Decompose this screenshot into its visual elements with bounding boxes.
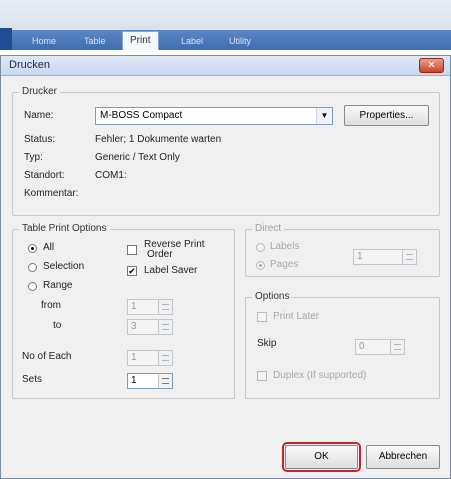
duplex-label[interactable]: Duplex (If supported) (273, 370, 366, 381)
range-radio[interactable] (28, 282, 37, 291)
tab-utility[interactable]: Utility (229, 33, 251, 50)
tab-table[interactable]: Table (84, 33, 106, 50)
no-of-each-label: No of Each (22, 351, 72, 362)
pages-radio-label[interactable]: Pages (270, 259, 298, 270)
range-radio-label[interactable]: Range (43, 280, 72, 291)
print-later-checkbox[interactable] (257, 312, 267, 322)
skip-spinner[interactable]: 0 (355, 339, 405, 355)
pages-radio[interactable] (256, 261, 265, 270)
label-saver-label[interactable]: Label Saver (144, 265, 197, 276)
location-value: COM1: (95, 170, 127, 181)
ribbon-tab-strip (0, 30, 451, 50)
options-group: Options Print Later Skip 0 Duplex (If su… (245, 291, 440, 399)
spinner-arrows-icon[interactable] (390, 340, 404, 354)
direct-legend: Direct (252, 223, 285, 234)
skip-value: 0 (359, 341, 365, 352)
spinner-arrows-icon[interactable] (158, 374, 172, 388)
spinner-arrows-icon[interactable] (402, 250, 416, 264)
reverse-print-order-checkbox[interactable] (127, 245, 137, 255)
spinner-arrows-icon[interactable] (158, 351, 172, 365)
direct-group: Direct Labels Pages 1 (245, 223, 440, 277)
from-value: 1 (131, 301, 137, 312)
comment-label: Kommentar: (24, 188, 79, 199)
cancel-button[interactable]: Abbrechen (366, 445, 440, 469)
print-dialog: Drucken ✕ Drucker Name: M-BOSS Compact ▼… (0, 55, 451, 479)
table-print-options-legend: Table Print Options (19, 223, 110, 234)
type-label: Typ: (24, 152, 43, 163)
direct-spinner[interactable]: 1 (353, 249, 417, 265)
spinner-arrows-icon[interactable] (158, 300, 172, 314)
printer-name-label: Name: (24, 110, 54, 121)
to-label: to (53, 320, 62, 331)
chevron-down-icon[interactable]: ▼ (316, 108, 332, 124)
all-radio[interactable] (28, 244, 37, 253)
options-legend: Options (252, 291, 293, 302)
close-button[interactable]: ✕ (419, 58, 444, 73)
skip-label: Skip (257, 338, 277, 349)
table-print-options-group: Table Print Options All Selection Range … (12, 223, 235, 399)
status-label: Status: (24, 134, 56, 145)
printer-group-legend: Drucker (19, 86, 61, 97)
app-ribbon: Home Table Print Label Utility (0, 0, 451, 50)
tab-label[interactable]: Label (181, 33, 203, 50)
selection-radio-label[interactable]: Selection (43, 261, 84, 272)
tab-home[interactable]: Home (32, 33, 56, 50)
type-value: Generic / Text Only (95, 152, 180, 163)
all-radio-label[interactable]: All (43, 242, 54, 253)
spinner-arrows-icon[interactable] (158, 320, 172, 334)
ok-button[interactable]: OK (282, 442, 361, 472)
dialog-title: Drucken (9, 59, 50, 71)
ribbon-accent (0, 28, 12, 50)
from-label: from (41, 300, 61, 311)
status-value: Fehler; 1 Dokumente warten (95, 134, 222, 145)
printer-group: Drucker Name: M-BOSS Compact ▼ Propertie… (12, 86, 440, 216)
sets-label: Sets (22, 374, 43, 385)
labels-radio-label[interactable]: Labels (270, 241, 299, 252)
properties-button[interactable]: Properties... (344, 105, 429, 126)
printer-name-value: M-BOSS Compact (100, 110, 183, 121)
printer-name-select[interactable]: M-BOSS Compact ▼ (95, 107, 333, 125)
from-spinner[interactable]: 1 (127, 299, 173, 315)
location-label: Standort: (24, 170, 65, 181)
labels-radio[interactable] (256, 243, 265, 252)
to-value: 3 (131, 321, 137, 332)
duplex-checkbox[interactable] (257, 371, 267, 381)
sets-value: 1 (131, 375, 137, 386)
reverse-print-order-label[interactable]: Reverse Print Order (144, 240, 205, 260)
to-spinner[interactable]: 3 (127, 319, 173, 335)
sets-spinner[interactable]: 1 (127, 373, 173, 389)
reverse-print-order-label-line2: Order (147, 249, 173, 260)
no-of-each-spinner[interactable]: 1 (127, 350, 173, 366)
direct-value: 1 (357, 251, 363, 262)
selection-radio[interactable] (28, 263, 37, 272)
no-of-each-value: 1 (131, 352, 137, 363)
print-later-label[interactable]: Print Later (273, 311, 319, 322)
tab-print[interactable]: Print (122, 31, 159, 50)
label-saver-checkbox[interactable]: ✔ (127, 266, 137, 276)
dialog-titlebar: Drucken ✕ (1, 56, 450, 76)
